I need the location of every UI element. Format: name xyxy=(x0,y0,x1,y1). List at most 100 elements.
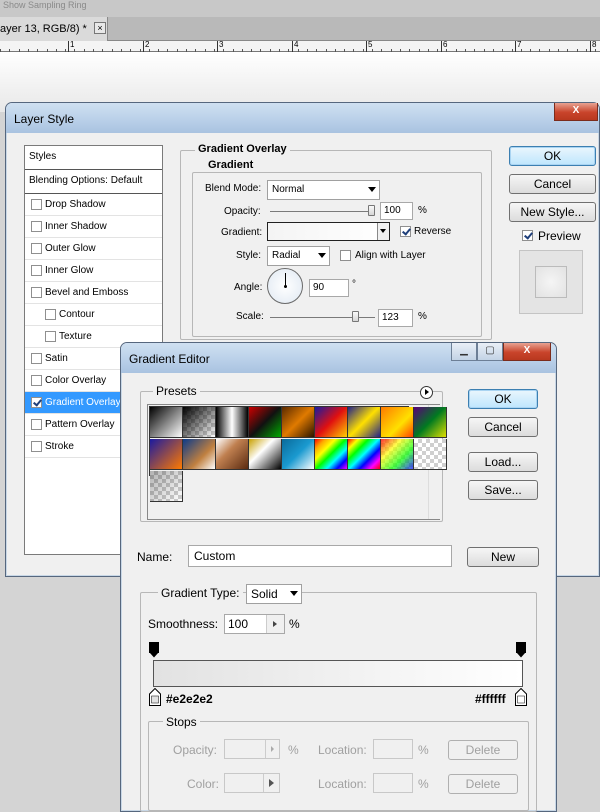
angle-dial-center xyxy=(284,285,287,288)
preview-label: Preview xyxy=(538,229,581,243)
preset-swatch[interactable] xyxy=(348,407,381,438)
close-tab-icon[interactable]: × xyxy=(94,22,106,34)
style-item-checkbox[interactable] xyxy=(31,243,42,254)
preset-swatch[interactable] xyxy=(414,439,447,470)
minimize-icon[interactable]: ▁ xyxy=(451,343,477,361)
preset-swatch[interactable] xyxy=(150,439,183,470)
new-gradient-button[interactable]: New xyxy=(467,547,539,567)
layer-style-cancel-button[interactable]: Cancel xyxy=(509,174,596,194)
new-style-button[interactable]: New Style... xyxy=(509,202,596,222)
preset-swatch[interactable] xyxy=(183,439,216,470)
style-item[interactable]: Drop Shadow xyxy=(25,194,162,216)
preview-swatch xyxy=(535,266,567,298)
opacity-unit: % xyxy=(418,205,427,216)
layer-style-ok-button[interactable]: OK xyxy=(509,146,596,166)
preview-checkbox[interactable] xyxy=(522,230,533,241)
gradient-type-select[interactable]: Solid xyxy=(246,584,302,604)
layer-style-titlebar[interactable]: Layer Style X xyxy=(6,103,599,133)
delete-color-stop-button[interactable]: Delete xyxy=(448,774,518,794)
preset-swatch[interactable] xyxy=(414,407,447,438)
scale-slider[interactable] xyxy=(270,317,375,318)
load-button[interactable]: Load... xyxy=(468,452,538,472)
style-item-label: Pattern Overlay xyxy=(45,419,115,430)
opacity-slider[interactable] xyxy=(270,211,375,212)
preset-swatch[interactable] xyxy=(183,407,216,438)
style-item[interactable]: Outer Glow xyxy=(25,238,162,260)
smoothness-input[interactable]: 100 xyxy=(224,614,285,634)
document-tab[interactable]: ayer 13, RGB/8) * × xyxy=(0,17,108,41)
gradient-label: Gradient: xyxy=(221,227,263,238)
close-icon[interactable]: X xyxy=(503,343,551,361)
opacity-slider-thumb[interactable] xyxy=(368,205,375,216)
editor-cancel-button[interactable]: Cancel xyxy=(468,417,538,437)
preset-swatch[interactable] xyxy=(381,407,414,438)
stop-color-swatch[interactable] xyxy=(224,773,280,793)
opacity-input[interactable]: 100 xyxy=(380,202,413,220)
preset-swatch[interactable] xyxy=(216,407,249,438)
presets-menu-icon[interactable] xyxy=(420,386,433,399)
blending-options-item[interactable]: Blending Options: Default xyxy=(25,170,162,194)
angle-dial[interactable] xyxy=(267,268,303,304)
style-item-checkbox[interactable] xyxy=(31,199,42,210)
angle-unit: ° xyxy=(352,279,356,290)
style-item[interactable]: Contour xyxy=(25,304,162,326)
preset-swatch[interactable] xyxy=(150,471,183,502)
style-item-checkbox[interactable] xyxy=(31,221,42,232)
style-item-checkbox[interactable] xyxy=(31,441,42,452)
align-with-layer-checkbox[interactable] xyxy=(340,250,351,261)
style-item-checkbox[interactable] xyxy=(31,353,42,364)
maximize-icon[interactable]: ▢ xyxy=(477,343,503,361)
scale-slider-thumb[interactable] xyxy=(352,311,359,322)
style-item-label: Bevel and Emboss xyxy=(45,287,129,298)
stop-color-location-input[interactable] xyxy=(373,773,413,793)
editor-ok-button[interactable]: OK xyxy=(468,389,538,409)
preset-swatch[interactable] xyxy=(315,439,348,470)
ruler-major-tick xyxy=(143,41,144,52)
delete-opacity-stop-button[interactable]: Delete xyxy=(448,740,518,760)
close-icon[interactable]: X xyxy=(554,103,598,121)
gradient-editor-titlebar[interactable]: Gradient Editor ▁ ▢ X xyxy=(121,343,556,373)
style-item-checkbox[interactable] xyxy=(31,375,42,386)
styles-header[interactable]: Styles xyxy=(25,146,162,170)
preset-swatch[interactable] xyxy=(282,439,315,470)
save-button[interactable]: Save... xyxy=(468,480,538,500)
opacity-stop-right[interactable] xyxy=(516,642,526,661)
preset-swatch[interactable] xyxy=(315,407,348,438)
ruler-major-tick xyxy=(366,41,367,52)
stop-opacity-input[interactable] xyxy=(224,739,280,759)
reverse-checkbox[interactable] xyxy=(400,226,411,237)
reverse-label: Reverse xyxy=(414,226,452,237)
stop-opacity-location-input[interactable] xyxy=(373,739,413,759)
preset-swatch[interactable] xyxy=(150,407,183,438)
smoothness-stepper[interactable] xyxy=(266,615,284,633)
style-item-checkbox[interactable] xyxy=(31,265,42,276)
gradient-name-input[interactable]: Custom xyxy=(188,545,452,567)
angle-input[interactable]: 90 xyxy=(309,279,349,297)
opacity-stop-left[interactable] xyxy=(149,642,159,661)
blend-mode-select[interactable]: Normal xyxy=(267,180,380,200)
scale-input[interactable]: 123 xyxy=(378,309,413,327)
style-item-checkbox[interactable] xyxy=(31,287,42,298)
ruler-major-tick xyxy=(515,41,516,52)
style-item[interactable]: Inner Glow xyxy=(25,260,162,282)
stop-color-picker[interactable] xyxy=(263,774,279,792)
stop-opacity-stepper[interactable] xyxy=(265,740,279,758)
preset-swatch[interactable] xyxy=(381,439,414,470)
style-item-checkbox[interactable] xyxy=(45,309,56,320)
preset-swatch[interactable] xyxy=(249,407,282,438)
gradient-dropdown-button[interactable] xyxy=(377,223,389,240)
preset-swatch[interactable] xyxy=(249,439,282,470)
style-item-checkbox[interactable] xyxy=(31,419,42,430)
color-stop-right[interactable] xyxy=(515,687,527,709)
style-item[interactable]: Bevel and Emboss xyxy=(25,282,162,304)
style-item-checkbox[interactable] xyxy=(45,331,56,342)
color-stop-left[interactable] xyxy=(149,687,161,709)
preset-swatch[interactable] xyxy=(348,439,381,470)
gradient-preview[interactable] xyxy=(267,222,390,241)
preset-swatch[interactable] xyxy=(282,407,315,438)
style-item-checkbox[interactable] xyxy=(31,397,42,408)
style-item[interactable]: Inner Shadow xyxy=(25,216,162,238)
style-select[interactable]: Radial xyxy=(267,246,330,266)
gradient-bar[interactable] xyxy=(153,660,523,687)
preset-swatch[interactable] xyxy=(216,439,249,470)
